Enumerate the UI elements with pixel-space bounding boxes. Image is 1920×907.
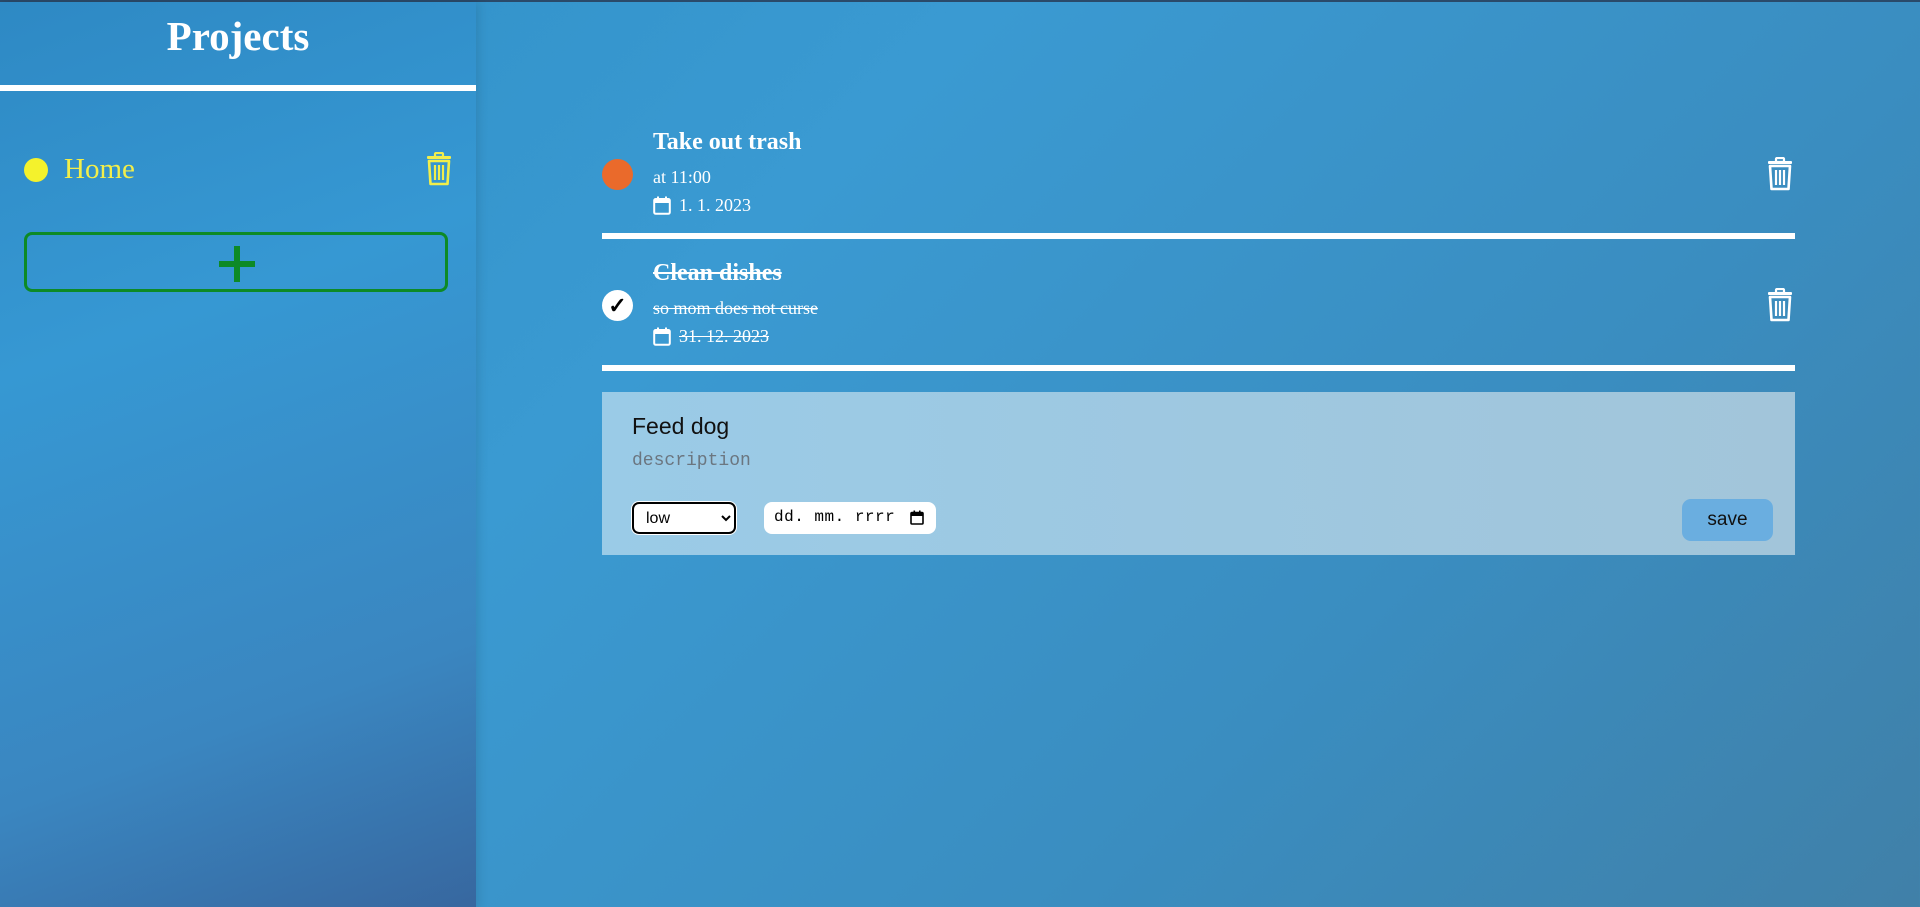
task-title: Take out trash: [653, 129, 802, 155]
task-divider: [602, 365, 1795, 371]
task-date: 1. 1. 2023: [679, 195, 751, 215]
sidebar-divider: [0, 85, 476, 91]
done-status-toggle[interactable]: ✓: [602, 290, 633, 321]
trash-icon[interactable]: [424, 151, 454, 186]
task-date: 31. 12. 2023: [679, 326, 769, 346]
task-description: at 11:00: [653, 167, 711, 187]
sidebar-title: Projects: [166, 13, 310, 59]
calendar-picker-icon[interactable]: [910, 510, 924, 525]
add-project-button[interactable]: [24, 232, 448, 292]
trash-icon[interactable]: [1765, 156, 1795, 191]
task-item: Take out trash at 11:00 1. 1. 2023: [602, 127, 1795, 237]
trash-icon[interactable]: [1765, 287, 1795, 322]
calendar-icon: [653, 196, 671, 215]
calendar-icon: [653, 327, 671, 346]
task-title-input[interactable]: [632, 410, 1332, 442]
priority-select[interactable]: low: [632, 502, 736, 534]
task-title: Clean dishes: [653, 260, 782, 286]
task-description: so mom does not curse: [653, 298, 818, 318]
task-item: ✓ Clean dishes so mom does not curse 31.…: [602, 258, 1795, 368]
task-description-input[interactable]: [632, 448, 1332, 474]
project-color-dot: [24, 158, 48, 182]
date-input[interactable]: dd. mm. rrrr: [764, 502, 936, 534]
project-label[interactable]: Home: [64, 150, 135, 188]
date-input-placeholder: dd. mm. rrrr: [774, 508, 896, 526]
new-task-form: low dd. mm. rrrr save: [602, 392, 1795, 555]
plus-icon: [219, 246, 255, 282]
save-button[interactable]: save: [1682, 499, 1773, 541]
project-item-home[interactable]: Home: [0, 148, 476, 192]
priority-status-toggle[interactable]: [602, 159, 633, 190]
projects-sidebar: Projects Home: [0, 2, 476, 907]
task-divider: [602, 233, 1795, 239]
